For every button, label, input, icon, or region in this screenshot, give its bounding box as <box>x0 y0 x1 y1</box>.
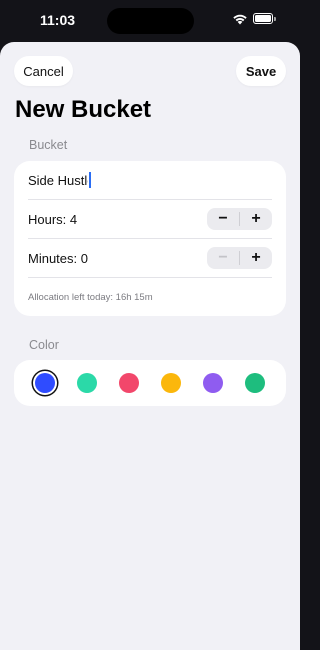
color-swatch-teal[interactable] <box>77 373 97 393</box>
color-card <box>14 360 286 406</box>
save-button[interactable]: Save <box>236 56 286 86</box>
hours-decrement-button[interactable]: − <box>207 208 239 230</box>
allocation-left-text: Allocation left today: 16h 15m <box>28 292 153 303</box>
color-swatch-blue[interactable] <box>35 373 55 393</box>
bucket-section-label: Bucket <box>29 138 68 152</box>
color-swatch-pink[interactable] <box>119 373 139 393</box>
minutes-label: Minutes: 0 <box>28 250 88 266</box>
new-bucket-sheet: Cancel Save New Bucket Bucket Hours: 4 −… <box>0 42 300 650</box>
hours-increment-button[interactable]: + <box>240 208 272 230</box>
hours-label: Hours: 4 <box>28 211 78 227</box>
color-swatch-green[interactable] <box>245 373 265 393</box>
divider <box>28 277 272 278</box>
name-row <box>28 161 272 199</box>
color-swatch-purple[interactable] <box>203 373 223 393</box>
text-caret <box>89 172 91 188</box>
battery-nub <box>274 17 276 21</box>
hours-row: Hours: 4 − + <box>28 200 272 238</box>
minutes-row: Minutes: 0 − + <box>28 239 272 277</box>
cancel-button[interactable]: Cancel <box>14 56 73 86</box>
bucket-name-input[interactable] <box>28 172 88 188</box>
minutes-decrement-button[interactable]: − <box>207 247 239 269</box>
minutes-stepper[interactable]: − + <box>207 247 272 269</box>
status-bar: 11:03 <box>0 0 300 42</box>
status-time: 11:03 <box>40 12 76 28</box>
bucket-card: Hours: 4 − + Minutes: 0 − + Allocation l… <box>14 161 286 316</box>
wifi-icon <box>233 14 247 25</box>
hours-stepper[interactable]: − + <box>207 208 272 230</box>
color-swatch-amber[interactable] <box>161 373 181 393</box>
dynamic-island <box>107 8 194 34</box>
minutes-increment-button[interactable]: + <box>240 247 272 269</box>
page-title: New Bucket <box>15 96 152 123</box>
battery-icon <box>253 13 273 24</box>
color-section-label: Color <box>29 338 59 352</box>
